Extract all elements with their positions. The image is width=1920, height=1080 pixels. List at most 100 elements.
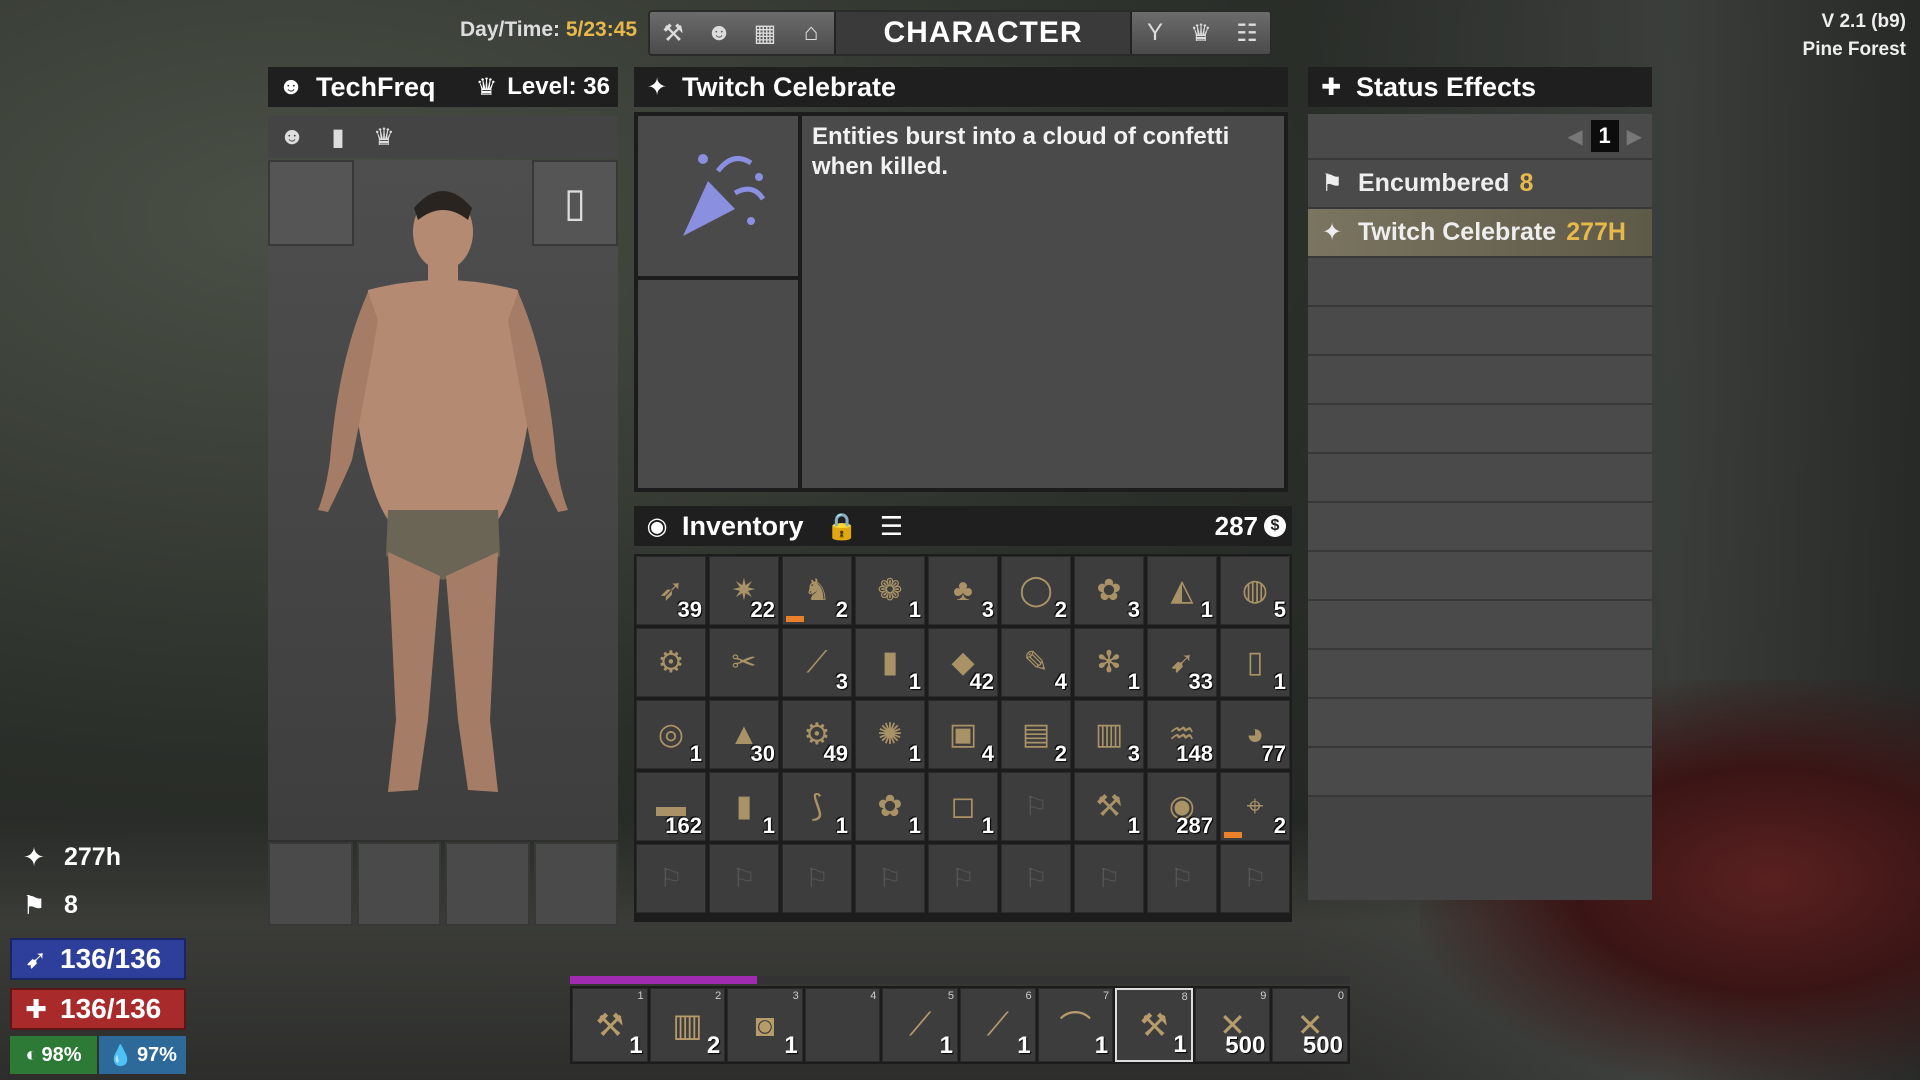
inventory-slot[interactable]: ▤ 2 <box>1001 700 1071 769</box>
inventory-slot-empty[interactable]: ⚐ <box>1147 844 1217 913</box>
stamina-value: 136/136 <box>60 943 162 974</box>
empty-slot-icon: ⚐ <box>1243 863 1267 893</box>
inventory-slot[interactable]: ▮ 1 <box>709 772 779 841</box>
inventory-slot-empty[interactable]: ⚐ <box>1001 844 1071 913</box>
toolbelt-slot[interactable]: 2 ▥ 2 <box>649 988 726 1062</box>
item-icon: ⚙ <box>657 646 685 679</box>
inventory-slot[interactable]: ✻ 1 <box>1074 628 1144 697</box>
next-page-arrow-icon[interactable]: ▶ <box>1627 124 1642 149</box>
item-quantity: 1 <box>908 813 921 838</box>
inventory-slot[interactable]: ▯ 1 <box>1220 628 1290 697</box>
empty-slot-icon: ⚐ <box>951 863 975 893</box>
inventory-slot[interactable]: ⌖ 2 <box>1220 772 1290 841</box>
inventory-slot[interactable]: ◍ 5 <box>1220 556 1290 625</box>
inventory-slot-empty[interactable]: ⚐ <box>709 844 779 913</box>
inventory-slot[interactable]: ✿ 1 <box>855 772 925 841</box>
map-icon[interactable]: ▦ <box>742 12 788 54</box>
inventory-slot[interactable]: ◯ 2 <box>1001 556 1071 625</box>
trophy-icon[interactable]: ♛ <box>1178 12 1224 54</box>
inventory-slot[interactable]: ✷ 22 <box>709 556 779 625</box>
equip-slot[interactable] <box>533 842 618 926</box>
stamina-bar: ➹ 136/136 <box>10 938 186 980</box>
equip-slot[interactable] <box>445 842 530 926</box>
inventory-slot[interactable]: ⚒ 1 <box>1074 772 1144 841</box>
crafting-hammer-icon[interactable]: ⚒ <box>650 12 696 54</box>
equip-slot[interactable] <box>268 842 353 926</box>
inventory-slot[interactable]: ❁ 1 <box>855 556 925 625</box>
tab-stats-bars-icon[interactable]: ▮ <box>320 123 356 152</box>
toolbelt: 1 ⚒ 1 2 ▥ 2 3 ◙ 1 4 5 ⟋ 1 6 ⟋ 1 7 ⌒ 1 8 ⚒ 1 9 ✕ 500 0 ✕ 500 <box>570 986 1350 1064</box>
inventory-slot[interactable]: ✿ 3 <box>1074 556 1144 625</box>
status-row-encumbered[interactable]: ⚑ Encumbered 8 <box>1308 160 1652 209</box>
inventory-slot-empty[interactable]: ⚐ <box>782 844 852 913</box>
toolbelt-slot[interactable]: 4 <box>804 988 881 1062</box>
inventory-slot[interactable]: ♞ 2 <box>782 556 852 625</box>
item-quantity: 49 <box>823 741 848 766</box>
party-celebrate-icon: ✦ <box>646 73 668 101</box>
character-preview: ▯ <box>268 160 618 840</box>
inventory-slot[interactable]: ✺ 1 <box>855 700 925 769</box>
inventory-slot[interactable]: ◕ 77 <box>1220 700 1290 769</box>
item-quantity: 33 <box>1188 669 1213 694</box>
item-quantity: 1 <box>981 813 994 838</box>
inventory-slot[interactable]: ▥ 3 <box>1074 700 1144 769</box>
inventory-slot-empty[interactable]: ⚐ <box>1074 844 1144 913</box>
inventory-slot[interactable]: ◎ 1 <box>636 700 706 769</box>
toolbelt-slot[interactable]: 3 ◙ 1 <box>727 988 803 1062</box>
inventory-slot[interactable]: ◻ 1 <box>928 772 998 841</box>
inventory-slot[interactable]: ◆ 42 <box>928 628 998 697</box>
inventory-slot[interactable]: ▮ 1 <box>855 628 925 697</box>
toolbelt-slot[interactable]: 1 ⚒ 1 <box>572 988 648 1062</box>
inventory-slot[interactable]: ◭ 1 <box>1147 556 1217 625</box>
status-row-twitch-celebrate[interactable]: ✦ Twitch Celebrate 277H <box>1308 209 1652 258</box>
inventory-slot[interactable]: ⚙ <box>636 628 706 697</box>
inventory-slot-empty[interactable]: ⚐ <box>1001 772 1071 841</box>
inventory-slot[interactable]: ➹ 33 <box>1147 628 1217 697</box>
inventory-slot[interactable]: ♣ 3 <box>928 556 998 625</box>
inventory-slot[interactable]: ✎ 4 <box>1001 628 1071 697</box>
version-label: V 2.1 (b9) <box>1821 11 1906 32</box>
inventory-slot[interactable]: ⟋ 3 <box>782 628 852 697</box>
toolbelt-slot[interactable]: 5 ⟋ 1 <box>882 988 958 1062</box>
item-quantity: 3 <box>1127 741 1140 766</box>
inventory-slot-empty[interactable]: ⚐ <box>1220 844 1290 913</box>
toolbelt-slot[interactable]: 8 ⚒ 1 <box>1115 988 1193 1062</box>
status-row-empty <box>1308 454 1652 503</box>
inventory-slot-empty[interactable]: ⚐ <box>636 844 706 913</box>
coin-balance: 287 $ <box>1215 511 1286 542</box>
character-bottom-slots <box>268 842 618 926</box>
inventory-slot-empty[interactable]: ⚐ <box>928 844 998 913</box>
status-effects-header: ✚ Status Effects <box>1308 67 1652 107</box>
tab-character-person-icon[interactable]: ☻ <box>274 123 310 151</box>
players-group-icon[interactable]: ☷ <box>1224 12 1270 54</box>
toolbelt-slot[interactable]: 9 ✕ 500 <box>1194 988 1271 1062</box>
inventory-slot[interactable]: ➶ 39 <box>636 556 706 625</box>
inventory-slot[interactable]: ⟆ 1 <box>782 772 852 841</box>
inventory-slot[interactable]: ✂ <box>709 628 779 697</box>
item-icon <box>806 989 880 1061</box>
character-person-icon[interactable]: ☻ <box>696 12 742 54</box>
toolbelt-slot[interactable]: 6 ⟋ 1 <box>959 988 1036 1062</box>
lock-slots-icon[interactable]: 🔒 <box>826 511 858 542</box>
inventory-slot[interactable]: ▬ 162 <box>636 772 706 841</box>
medical-kit-icon: ✚ <box>1320 73 1342 101</box>
tab-trophy-icon[interactable]: ♛ <box>366 123 402 152</box>
inventory-slot[interactable]: ♒ 148 <box>1147 700 1217 769</box>
inventory-slot-empty[interactable]: ⚐ <box>855 844 925 913</box>
sort-icon[interactable]: ☰ <box>880 511 903 542</box>
prev-page-arrow-icon[interactable]: ◀ <box>1567 124 1582 149</box>
status-effects-list: ◀ 1 ▶ ⚑ Encumbered 8 ✦ Twitch Celebrate … <box>1308 114 1652 900</box>
item-quantity: 77 <box>1261 741 1286 766</box>
inventory-slot[interactable]: ▲ 30 <box>709 700 779 769</box>
inventory-slot[interactable]: ▣ 4 <box>928 700 998 769</box>
equip-slot[interactable] <box>356 842 441 926</box>
inventory-slot[interactable]: ◉ 287 <box>1147 772 1217 841</box>
buff-time: 277h <box>64 843 121 871</box>
toolbelt-slot[interactable]: 0 ✕ 500 <box>1272 988 1348 1062</box>
skills-graduation-cap-icon[interactable]: ⌂ <box>788 12 834 54</box>
inventory-slot[interactable]: ⚙ 49 <box>782 700 852 769</box>
toolbelt-slot[interactable]: 7 ⌒ 1 <box>1037 988 1114 1062</box>
item-quantity: 22 <box>750 597 775 622</box>
party-celebrate-icon: ✦ <box>1321 219 1343 246</box>
challenges-goblet-icon[interactable]: Y <box>1132 12 1178 54</box>
